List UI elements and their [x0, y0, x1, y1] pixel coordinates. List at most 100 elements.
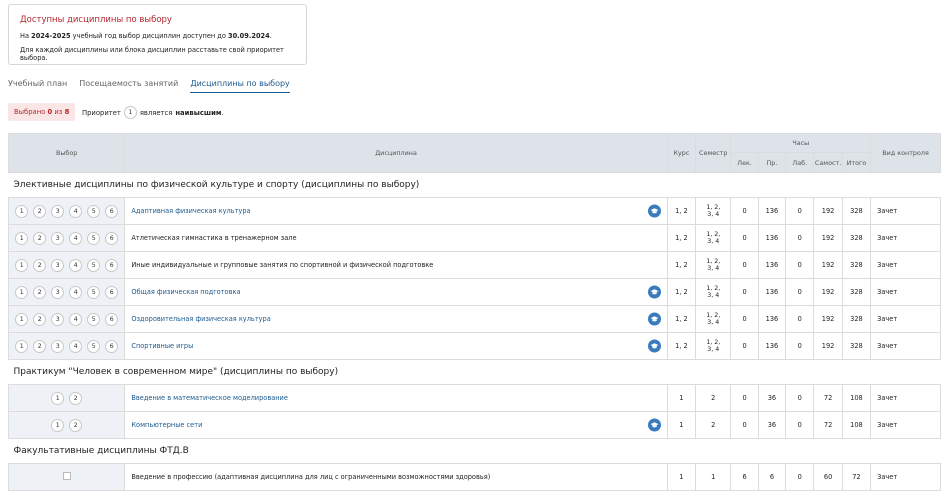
graduation-cap-icon[interactable]: [647, 285, 661, 299]
priority-option[interactable]: 2: [69, 391, 83, 405]
semester-value: 2: [711, 394, 716, 402]
priority-option[interactable]: 2: [33, 258, 47, 272]
discipline-name: Атлетическая гимнастика в тренажерном за…: [131, 234, 297, 242]
semester-cell: 1, 2, 3, 4: [695, 332, 732, 360]
priority-option[interactable]: 4: [69, 285, 83, 299]
graduation-cap-icon[interactable]: [647, 204, 661, 218]
group-title: Элективные дисциплины по физической куль…: [8, 172, 941, 198]
discipline-name[interactable]: Компьютерные сети: [131, 421, 202, 429]
select-checkbox[interactable]: [62, 472, 71, 480]
total-cell: 328: [841, 332, 872, 360]
pr-cell: 36: [757, 411, 787, 439]
tab-attendance[interactable]: Посещаемость занятий: [79, 79, 178, 93]
electives-table: Выбор Дисциплина Курс Семестр Часы Вид к…: [7, 133, 941, 491]
priority-option[interactable]: 1: [15, 258, 29, 272]
tab-study-plan[interactable]: Учебный план: [8, 79, 67, 93]
priority-option[interactable]: 3: [51, 312, 65, 326]
lab-cell: 0: [785, 305, 815, 333]
priority-options: 12: [9, 418, 124, 432]
priority-option[interactable]: 2: [33, 285, 47, 299]
graduation-cap-icon[interactable]: [647, 339, 661, 353]
priority-option[interactable]: 4: [69, 231, 83, 245]
pr-cell: 6: [757, 463, 787, 491]
priority-option[interactable]: 5: [87, 285, 101, 299]
priority-option[interactable]: 2: [33, 312, 47, 326]
choice-cell: 123456: [7, 305, 126, 333]
priority-option[interactable]: 6: [105, 204, 119, 218]
semester-cell: 1, 2, 3, 4: [695, 305, 732, 333]
priority-option[interactable]: 2: [33, 339, 47, 353]
priority-option[interactable]: 1: [15, 312, 29, 326]
priority-option[interactable]: 4: [69, 339, 83, 353]
discipline-name[interactable]: Спортивные игры: [131, 342, 193, 350]
priority-option[interactable]: 5: [87, 204, 101, 218]
priority-option[interactable]: 3: [51, 339, 65, 353]
choice-cell: 123456: [7, 332, 126, 360]
graduation-cap-icon[interactable]: [647, 418, 661, 432]
header-discipline: Дисциплина: [124, 133, 668, 173]
priority-option[interactable]: 2: [33, 204, 47, 218]
lec-cell: 0: [730, 197, 759, 225]
priority-option[interactable]: 1: [51, 391, 65, 405]
discipline-cell: Адаптивная физическая культура: [124, 197, 668, 225]
priority-option[interactable]: 2: [69, 418, 83, 432]
priority-options: 123456: [9, 231, 124, 245]
lab-cell: 0: [785, 332, 815, 360]
tab-electives[interactable]: Дисциплины по выбору: [190, 79, 290, 93]
pr-cell: 136: [757, 224, 787, 252]
priority-option[interactable]: 2: [33, 231, 47, 245]
table-row: 1 2 3 4 5 6 Общая физическая подготовка 1, 2 1, …: [7, 278, 941, 306]
priority-option[interactable]: 6: [105, 231, 119, 245]
priority-option[interactable]: 6: [105, 312, 119, 326]
priority-option[interactable]: 3: [51, 231, 65, 245]
pr-cell: 136: [757, 332, 787, 360]
priority-option[interactable]: 3: [51, 285, 65, 299]
discipline-cell: Общая физическая подготовка: [124, 278, 668, 306]
priority-option[interactable]: 5: [87, 339, 101, 353]
priority-option[interactable]: 3: [51, 204, 65, 218]
pr-cell: 136: [757, 197, 787, 225]
choice-cell: 12: [7, 411, 126, 439]
priority-option[interactable]: 4: [69, 204, 83, 218]
priority-option[interactable]: 6: [105, 285, 119, 299]
control-cell: Зачет: [870, 197, 941, 225]
semester-line: 1, 2,: [706, 339, 721, 346]
priority-option[interactable]: 4: [69, 258, 83, 272]
total-cell: 328: [841, 305, 872, 333]
table-body: Элективные дисциплины по физической куль…: [7, 172, 941, 491]
priority-option[interactable]: 5: [87, 312, 101, 326]
lec-cell: 0: [730, 384, 759, 412]
lec-cell: 0: [730, 224, 759, 252]
priority-option[interactable]: 6: [105, 258, 119, 272]
discipline-name[interactable]: Оздоровительная физическая культура: [131, 315, 270, 323]
discipline-name[interactable]: Введение в математическое моделирование: [131, 394, 288, 402]
discipline-name[interactable]: Общая физическая подготовка: [131, 288, 240, 296]
lab-cell: 0: [785, 384, 815, 412]
priority-option[interactable]: 5: [87, 231, 101, 245]
semester-line: 3, 4: [707, 238, 720, 245]
choice-cell: 123456: [7, 197, 126, 225]
priority-option[interactable]: 4: [69, 312, 83, 326]
priority-option[interactable]: 1: [15, 231, 29, 245]
lec-cell: 6: [730, 463, 759, 491]
semester-cell: 2: [695, 411, 732, 439]
graduation-cap-icon[interactable]: [647, 312, 661, 326]
chosen-counter: Выбрано 0 из 8: [8, 103, 76, 121]
choice-cell: 123456: [7, 224, 126, 252]
priority-option[interactable]: 3: [51, 258, 65, 272]
priority-option[interactable]: 1: [51, 418, 65, 432]
table-row: 1 2 Введение в математическое моделировани…: [7, 384, 941, 412]
priority-option[interactable]: 6: [105, 339, 119, 353]
priority-option[interactable]: 1: [15, 285, 29, 299]
notice-instruction: Для каждой дисциплины или блока дисципли…: [20, 46, 284, 62]
table-row: 1 2 3 4 5 6 Иные индивидуальные и групповые за…: [7, 251, 941, 279]
control-cell: Зачет: [870, 463, 941, 491]
discipline-name[interactable]: Адаптивная физическая культура: [131, 207, 250, 215]
pr-cell: 36: [757, 384, 787, 412]
control-cell: Зачет: [870, 411, 941, 439]
priority-option[interactable]: 5: [87, 258, 101, 272]
semester-cell: 1, 2, 3, 4: [695, 224, 732, 252]
header-lec: Лек.: [730, 152, 759, 173]
priority-option[interactable]: 1: [15, 339, 29, 353]
priority-option[interactable]: 1: [15, 204, 29, 218]
